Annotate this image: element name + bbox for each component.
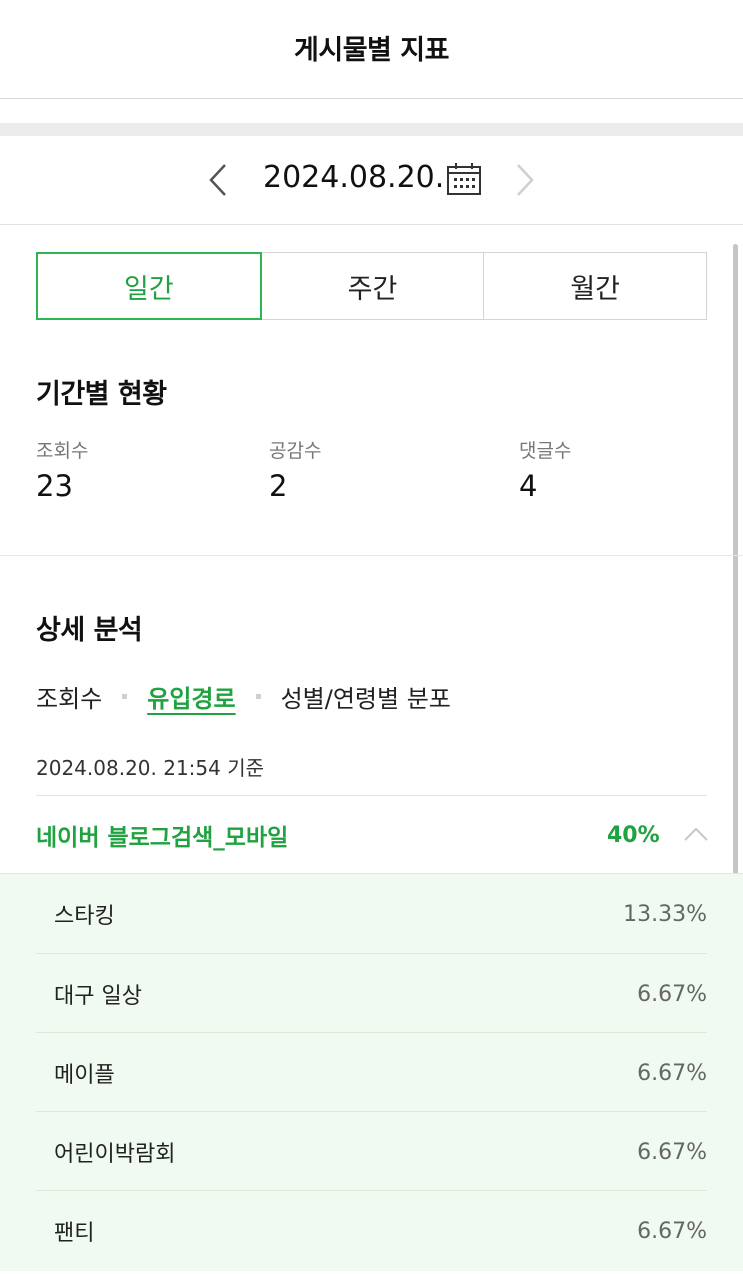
list-item: 스타킹 13.33% — [36, 874, 707, 953]
stat-likes: 공감수 2 — [269, 436, 321, 503]
keyword-name: 어린이박람회 — [54, 1142, 176, 1167]
divider — [0, 555, 743, 556]
period-tabs: 일간 주간 월간 — [36, 252, 708, 320]
keyword-percent: 6.67% — [637, 1140, 707, 1165]
basis-timestamp: 2024.08.20. 21:54 기준 — [36, 756, 265, 780]
chevron-up-icon[interactable] — [682, 825, 710, 843]
list-item: 어린이박람회 6.67% — [36, 1111, 707, 1191]
tab-daily[interactable]: 일간 — [36, 252, 262, 320]
separator-dot — [122, 693, 128, 699]
list-item: 메이플 6.67% — [36, 1032, 707, 1112]
period-status-title: 기간별 현황 — [36, 379, 167, 410]
keyword-percent: 13.33% — [623, 902, 707, 927]
list-item: 팬티 6.67% — [36, 1190, 707, 1270]
stat-label: 공감수 — [269, 440, 322, 462]
keyword-percent: 6.67% — [637, 982, 707, 1007]
subtab-inflow-path[interactable]: 유입경로 — [147, 679, 235, 714]
source-percent: 40% — [607, 823, 660, 848]
stat-label: 댓글수 — [519, 440, 572, 462]
keyword-name: 팬티 — [54, 1221, 95, 1246]
stat-value: 4 — [519, 469, 538, 503]
subtab-gender-age[interactable]: 성별/연령별 분포 — [281, 679, 451, 714]
page-title: 게시물별 지표 — [294, 34, 449, 66]
keyword-name: 메이플 — [54, 1063, 115, 1088]
tab-weekly[interactable]: 주간 — [260, 252, 485, 320]
section-separator — [0, 123, 743, 136]
inflow-source-row[interactable]: 네이버 블로그검색_모바일 40% — [0, 796, 743, 874]
top-header: 게시물별 지표 — [0, 0, 743, 99]
analysis-subtabs: 조회수 유입경로 성별/연령별 분포 — [36, 678, 451, 714]
chevron-right-icon[interactable] — [510, 162, 538, 198]
stat-value: 2 — [269, 469, 288, 503]
stat-comments: 댓글수 4 — [519, 436, 571, 503]
chevron-left-icon[interactable] — [205, 162, 233, 198]
stat-label: 조회수 — [36, 440, 89, 462]
keyword-list: 스타킹 13.33% 대구 일상 6.67% 메이플 6.67% 어린이박람회 … — [0, 873, 743, 1271]
keyword-percent: 6.67% — [637, 1219, 707, 1244]
list-item: 대구 일상 6.67% — [36, 953, 707, 1033]
calendar-icon[interactable] — [446, 162, 482, 196]
keyword-name: 스타킹 — [54, 904, 115, 929]
subtab-views[interactable]: 조회수 — [36, 679, 102, 714]
stat-views: 조회수 23 — [36, 436, 88, 503]
tab-monthly[interactable]: 월간 — [483, 252, 708, 320]
detail-analysis-title: 상세 분석 — [36, 615, 143, 646]
keyword-name: 대구 일상 — [54, 984, 142, 1009]
current-date: 2024.08.20. — [263, 160, 445, 195]
stat-value: 23 — [36, 469, 73, 503]
keyword-percent: 6.67% — [637, 1061, 707, 1086]
date-navigator: 2024.08.20. — [0, 136, 743, 225]
source-name: 네이버 블로그검색_모바일 — [36, 825, 289, 851]
separator-dot — [255, 693, 261, 699]
